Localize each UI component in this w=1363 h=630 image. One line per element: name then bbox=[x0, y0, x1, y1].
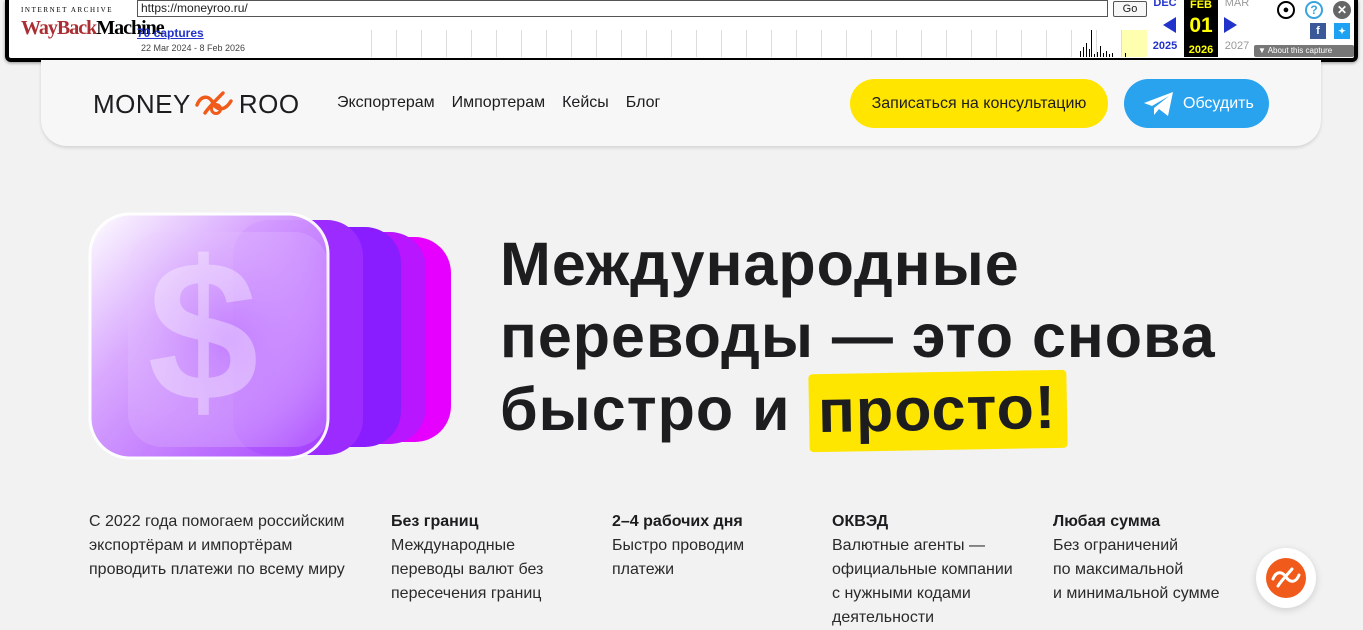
feature-title: 2–4 рабочих дня bbox=[612, 513, 743, 530]
feature-title: Любая сумма bbox=[1053, 513, 1161, 530]
feature-no-borders: Без границ Международные переводы валют … bbox=[391, 513, 544, 602]
feature-speed: 2–4 рабочих дня Быстро проводим платежи bbox=[612, 513, 745, 578]
facebook-icon[interactable]: f bbox=[1310, 23, 1326, 39]
moneyroo-logo[interactable]: MONEY ROO bbox=[93, 89, 300, 119]
feature-title: Без границ bbox=[391, 513, 479, 530]
prev-year-label[interactable]: 2025 bbox=[1148, 40, 1182, 52]
nav-item-cases[interactable]: Кейсы bbox=[562, 94, 609, 112]
wayback-logo[interactable]: INTERNET ARCHIVE WayBackMachine bbox=[21, 6, 165, 46]
discuss-button-label: Обсудить bbox=[1183, 95, 1254, 112]
feature-title: ОКВЭД bbox=[832, 513, 889, 530]
dollar-icon: $ bbox=[147, 220, 258, 443]
chat-widget-button[interactable] bbox=[1256, 548, 1316, 608]
feature-intro: С 2022 года помогаем российским экспортё… bbox=[89, 513, 345, 578]
go-button[interactable]: Go bbox=[1113, 1, 1147, 17]
chat-logo-icon bbox=[1266, 558, 1306, 598]
wayback-toolbar: INTERNET ARCHIVE WayBackMachine https://… bbox=[5, 0, 1358, 62]
logo-symbol-icon bbox=[195, 91, 233, 115]
hero-highlight-word: просто! bbox=[807, 369, 1068, 453]
logo-text-left: MONEY bbox=[93, 88, 191, 119]
capture-date-range: 22 Mar 2024 - 8 Feb 2026 bbox=[141, 43, 246, 53]
twitter-icon[interactable]: ✦ bbox=[1334, 23, 1350, 39]
prev-month-label[interactable]: DEC bbox=[1148, 0, 1182, 9]
site-header: MONEY ROO Экспортерам Импортерам Кейсы Б… bbox=[41, 60, 1321, 146]
close-icon[interactable]: ✕ bbox=[1333, 1, 1351, 19]
feature-any-amount: Любая сумма Без ограничений по максималь… bbox=[1053, 513, 1220, 602]
hero-title: Международные переводы — это снова быстр… bbox=[500, 228, 1216, 453]
hero-dollar-cards-illustration: $ bbox=[88, 212, 451, 460]
main-nav: Экспортерам Импортерам Кейсы Блог bbox=[337, 94, 660, 112]
captures-link[interactable]: 70 captures bbox=[137, 26, 204, 40]
consultation-button[interactable]: Записаться на консультацию bbox=[850, 79, 1108, 128]
next-year-label[interactable]: 2027 bbox=[1220, 40, 1254, 52]
captures-sparkline[interactable] bbox=[371, 30, 1147, 57]
about-capture-dropdown[interactable]: ▼ About this capture bbox=[1254, 45, 1354, 57]
nav-item-blog[interactable]: Блог bbox=[626, 94, 661, 112]
help-icon[interactable]: ? bbox=[1305, 1, 1323, 19]
telegram-icon bbox=[1144, 92, 1173, 116]
nav-item-importers[interactable]: Импортерам bbox=[452, 94, 545, 112]
next-capture-arrow-icon[interactable] bbox=[1224, 17, 1237, 33]
wayback-logo-wordmark: WayBackMachine bbox=[21, 17, 165, 39]
feature-okved: ОКВЭД Валютные агенты — официальные комп… bbox=[832, 513, 1013, 626]
discuss-button[interactable]: Обсудить bbox=[1124, 79, 1269, 128]
hero-title-line1: Международные bbox=[500, 230, 1020, 298]
hero-title-line2: переводы — это снова bbox=[500, 302, 1216, 370]
next-month-label[interactable]: MAR bbox=[1220, 0, 1254, 9]
nav-item-exporters[interactable]: Экспортерам bbox=[337, 94, 435, 112]
hero-title-line3: быстро и просто! bbox=[500, 369, 1216, 453]
prev-capture-arrow-icon[interactable] bbox=[1163, 17, 1176, 33]
user-account-icon[interactable]: ● bbox=[1277, 1, 1295, 19]
logo-text-right: ROO bbox=[238, 88, 300, 119]
wayback-logo-top: INTERNET ARCHIVE bbox=[21, 6, 114, 14]
current-capture-date: FEB 01 2026 bbox=[1184, 0, 1218, 57]
url-input[interactable]: https://moneyroo.ru/ bbox=[137, 0, 1108, 17]
